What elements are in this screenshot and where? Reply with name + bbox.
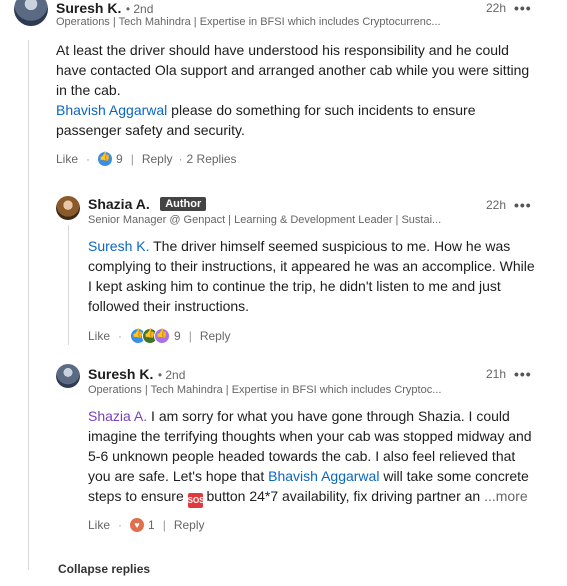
thread-line-inner <box>68 225 69 345</box>
see-more-link[interactable]: ...more <box>484 488 528 504</box>
thread-line-outer <box>28 40 29 570</box>
like-button[interactable]: Like <box>56 152 78 166</box>
connection-degree: • 2nd <box>125 2 154 16</box>
reaction-count[interactable]: 1 <box>148 518 155 532</box>
replies-count-link[interactable]: 2 Replies <box>187 152 237 166</box>
reply-time: 21h <box>486 367 507 381</box>
more-options-icon[interactable]: ••• <box>514 0 532 16</box>
reply-actions: Like · ♥ 1 | Reply <box>88 518 205 532</box>
mention-link[interactable]: Bhavish Aggarwal <box>268 468 379 484</box>
author-name[interactable]: Shazia A. <box>88 196 150 212</box>
reply-button[interactable]: Reply <box>142 152 173 166</box>
like-button[interactable]: Like <box>88 329 110 343</box>
comment-text: At least the driver should have understo… <box>56 42 530 138</box>
mention-link[interactable]: Shazia A. <box>88 408 147 424</box>
connection-degree: • 2nd <box>157 368 186 382</box>
author-badge: Author <box>160 197 207 211</box>
comment-time: 22h <box>486 1 507 15</box>
collapse-replies-button[interactable]: Collapse replies <box>58 562 150 576</box>
mention-link[interactable]: Bhavish Aggarwal <box>56 102 167 118</box>
sos-icon: SOS <box>187 493 205 508</box>
reaction-count[interactable]: 9 <box>174 329 181 343</box>
reply-button[interactable]: Reply <box>200 329 231 343</box>
more-options-icon[interactable]: ••• <box>514 197 532 213</box>
author-name[interactable]: Suresh K. <box>56 0 121 16</box>
reactions-icon-cluster <box>130 328 171 344</box>
comment-actions: Like · 9 | Reply · 2 Replies <box>56 151 237 166</box>
author-name[interactable]: Suresh K. <box>88 366 153 382</box>
reply-time: 22h <box>486 198 507 212</box>
reply-author-row: Shazia A. Author <box>88 196 207 214</box>
reaction-count[interactable]: 9 <box>116 152 123 166</box>
mention-link[interactable]: Suresh K. <box>88 238 149 254</box>
author-headline: Operations | Tech Mahindra | Expertise i… <box>88 384 442 396</box>
avatar[interactable] <box>56 364 80 388</box>
like-reaction-icon <box>98 151 113 166</box>
author-headline: Operations | Tech Mahindra | Expertise i… <box>56 16 441 28</box>
reply-author-row: Suresh K. • 2nd <box>88 366 185 384</box>
like-button[interactable]: Like <box>88 518 110 532</box>
author-headline: Senior Manager @ Genpact | Learning & De… <box>88 214 442 226</box>
love-reaction-icon: ♥ <box>130 518 145 532</box>
reply-text: Shazia A. I am sorry for what you have g… <box>88 406 558 508</box>
reply-button[interactable]: Reply <box>174 518 205 532</box>
reply-text: Suresh K. The driver himself seemed susp… <box>88 238 535 314</box>
avatar[interactable] <box>14 0 48 26</box>
reply-actions: Like · 9 | Reply <box>88 328 231 344</box>
more-options-icon[interactable]: ••• <box>514 366 532 382</box>
avatar[interactable] <box>56 196 80 220</box>
